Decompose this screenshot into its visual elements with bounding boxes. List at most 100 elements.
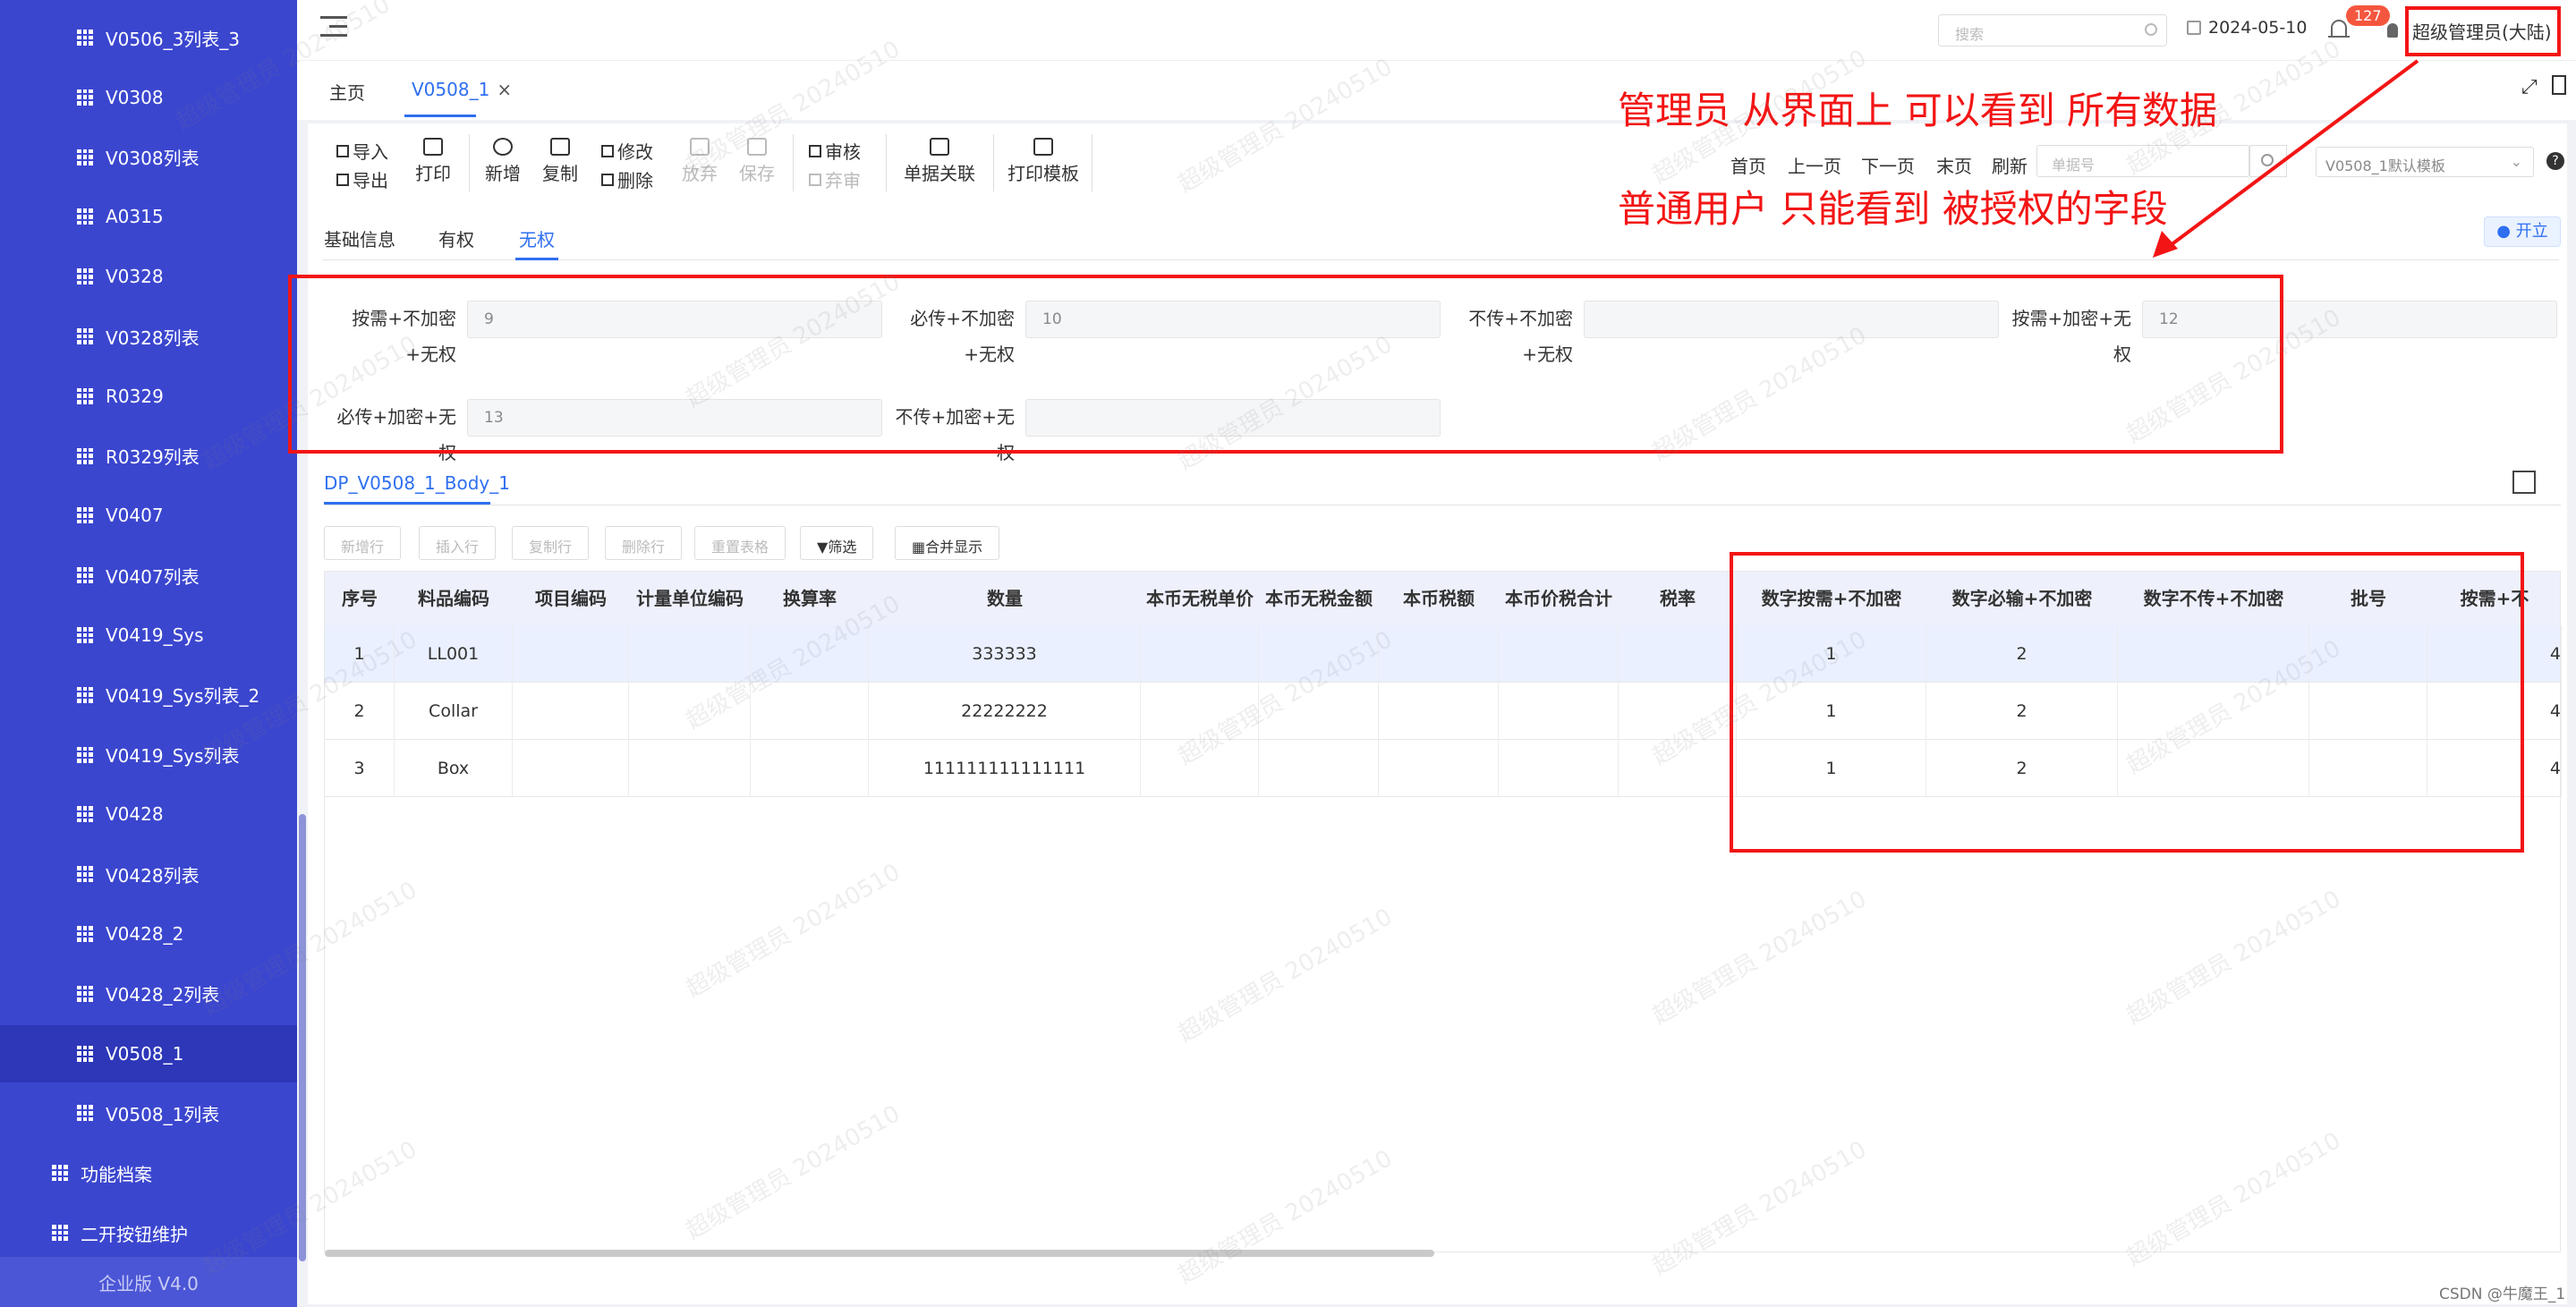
- merge-display-button[interactable]: ▦合并显示: [895, 526, 1000, 560]
- tab-home[interactable]: 主页: [329, 79, 365, 105]
- first-page-link[interactable]: 首页: [1730, 152, 1766, 178]
- sidebar-item[interactable]: V0328列表: [0, 308, 297, 365]
- table-cell[interactable]: [1499, 625, 1619, 683]
- sidebar-item[interactable]: V0428列表: [0, 845, 297, 903]
- column-header[interactable]: 本币价税合计: [1499, 572, 1619, 625]
- printer-icon: [423, 138, 443, 156]
- export-button[interactable]: 导出: [336, 166, 388, 192]
- reset-table-button[interactable]: 重置表格: [694, 526, 786, 560]
- table-cell[interactable]: [751, 740, 869, 797]
- status-open-button[interactable]: ● 开立: [2484, 216, 2561, 247]
- column-header[interactable]: 本币无税金额: [1259, 572, 1379, 625]
- document-icon[interactable]: [2552, 75, 2566, 95]
- delete-row-button[interactable]: 删除行: [605, 526, 683, 560]
- grid-horizontal-scrollbar[interactable]: [325, 1250, 1434, 1257]
- column-header[interactable]: 序号: [325, 572, 395, 625]
- table-cell[interactable]: Collar: [395, 683, 513, 740]
- table-cell[interactable]: 22222222: [869, 683, 1141, 740]
- delete-button[interactable]: 删除: [601, 166, 653, 192]
- print-button[interactable]: 打印: [413, 138, 453, 185]
- search-icon[interactable]: [2145, 23, 2157, 36]
- table-cell[interactable]: [1379, 625, 1499, 683]
- table-cell[interactable]: [1499, 683, 1619, 740]
- help-icon[interactable]: ?: [2546, 152, 2564, 170]
- column-header[interactable]: 本币无税单价: [1141, 572, 1259, 625]
- table-cell[interactable]: [513, 740, 629, 797]
- filter-button[interactable]: ▼筛选: [800, 526, 874, 560]
- refresh-link[interactable]: 刷新: [1992, 152, 2028, 178]
- insert-row-button[interactable]: 插入行: [419, 526, 497, 560]
- table-cell[interactable]: [1379, 683, 1499, 740]
- search-input[interactable]: 搜索: [1938, 14, 2167, 47]
- table-cell[interactable]: [1499, 740, 1619, 797]
- sidebar-item[interactable]: V0328: [0, 248, 297, 305]
- sidebar-item[interactable]: V0508_1: [0, 1024, 297, 1082]
- next-page-link[interactable]: 下一页: [1861, 152, 1915, 178]
- trash-icon: [601, 173, 614, 186]
- sidebar-item[interactable]: V0508_1列表: [0, 1084, 297, 1142]
- tab-unauthorized[interactable]: 无权: [519, 225, 555, 251]
- sidebar-item[interactable]: V0419_Sys: [0, 607, 297, 664]
- sidebar-item[interactable]: A0315: [0, 188, 297, 245]
- table-cell[interactable]: [629, 625, 751, 683]
- sidebar-item[interactable]: 功能档案: [0, 1144, 297, 1201]
- sidebar-item-label: V0506_3列表_3: [106, 28, 241, 50]
- new-row-button[interactable]: 新增行: [324, 526, 402, 560]
- table-cell[interactable]: Box: [395, 740, 513, 797]
- table-cell[interactable]: [1259, 740, 1379, 797]
- column-header[interactable]: 数量: [869, 572, 1141, 625]
- table-cell[interactable]: 3: [325, 740, 395, 797]
- sidebar-item[interactable]: V0506_3列表_3: [0, 9, 297, 66]
- copy-button[interactable]: 复制: [540, 138, 580, 185]
- sidebar-item-label: V0428_2: [106, 923, 184, 945]
- table-cell[interactable]: [1141, 625, 1259, 683]
- active-section-indicator: [515, 258, 558, 260]
- sidebar-item[interactable]: V0308列表: [0, 129, 297, 186]
- import-button[interactable]: 导入: [336, 138, 388, 164]
- copy-icon: [550, 138, 570, 156]
- plus-icon: [493, 138, 513, 156]
- grid-icon: [77, 507, 93, 524]
- annotation-form-highlight: [288, 275, 2283, 454]
- prev-page-link[interactable]: 上一页: [1788, 152, 1841, 178]
- fullscreen-icon[interactable]: ⤢: [2521, 76, 2538, 98]
- tab-v0508-1[interactable]: V0508_1 ×: [412, 79, 512, 100]
- tab-body[interactable]: DP_V0508_1_Body_1: [324, 472, 510, 494]
- print-template-button[interactable]: 打印模板: [1007, 138, 1079, 185]
- table-cell[interactable]: 333333: [869, 625, 1141, 683]
- abandon-audit-button[interactable]: 弃审: [809, 166, 861, 192]
- table-cell[interactable]: [1379, 740, 1499, 797]
- column-header[interactable]: 税率: [1619, 572, 1737, 625]
- table-cell[interactable]: [513, 625, 629, 683]
- add-button[interactable]: 新增: [483, 138, 523, 185]
- edit-button[interactable]: 修改: [601, 138, 653, 164]
- column-header[interactable]: 计量单位编码: [629, 572, 751, 625]
- audit-button[interactable]: 审核: [809, 138, 861, 164]
- table-cell[interactable]: 111111111111111: [869, 740, 1141, 797]
- import-icon: [336, 144, 349, 157]
- sidebar-item[interactable]: V0407列表: [0, 547, 297, 604]
- document-link-button[interactable]: 单据关联: [904, 138, 975, 185]
- grid-icon: [77, 746, 93, 763]
- table-cell[interactable]: [1619, 625, 1737, 683]
- copy-row-button[interactable]: 复制行: [512, 526, 590, 560]
- date-text: 2024-05-10: [2208, 18, 2308, 38]
- sidebar-item[interactable]: V0428_2: [0, 905, 297, 963]
- filter-icon: ▼: [817, 539, 829, 556]
- column-header[interactable]: 本币税额: [1379, 572, 1499, 625]
- sidebar: V0506_3列表_3 V0308 V0308列表 A0315 V0328 V0328列表…: [0, 0, 306, 1307]
- column-header[interactable]: 项目编码: [513, 572, 629, 625]
- grid-icon: [77, 447, 93, 464]
- table-cell[interactable]: [629, 740, 751, 797]
- tab-basic-info[interactable]: 基础信息: [324, 225, 395, 251]
- table-cell[interactable]: [513, 683, 629, 740]
- tab-authorized[interactable]: 有权: [438, 225, 474, 251]
- expand-icon[interactable]: [2512, 471, 2536, 494]
- sidebar-item[interactable]: V0407: [0, 487, 297, 544]
- close-icon[interactable]: ×: [497, 79, 512, 100]
- grid-icon: [52, 1165, 68, 1182]
- last-page-link[interactable]: 末页: [1936, 152, 1972, 178]
- sidebar-item[interactable]: V0428: [0, 785, 297, 843]
- search-placeholder: 搜索: [1955, 26, 1985, 43]
- column-header[interactable]: 料品编码: [395, 572, 513, 625]
